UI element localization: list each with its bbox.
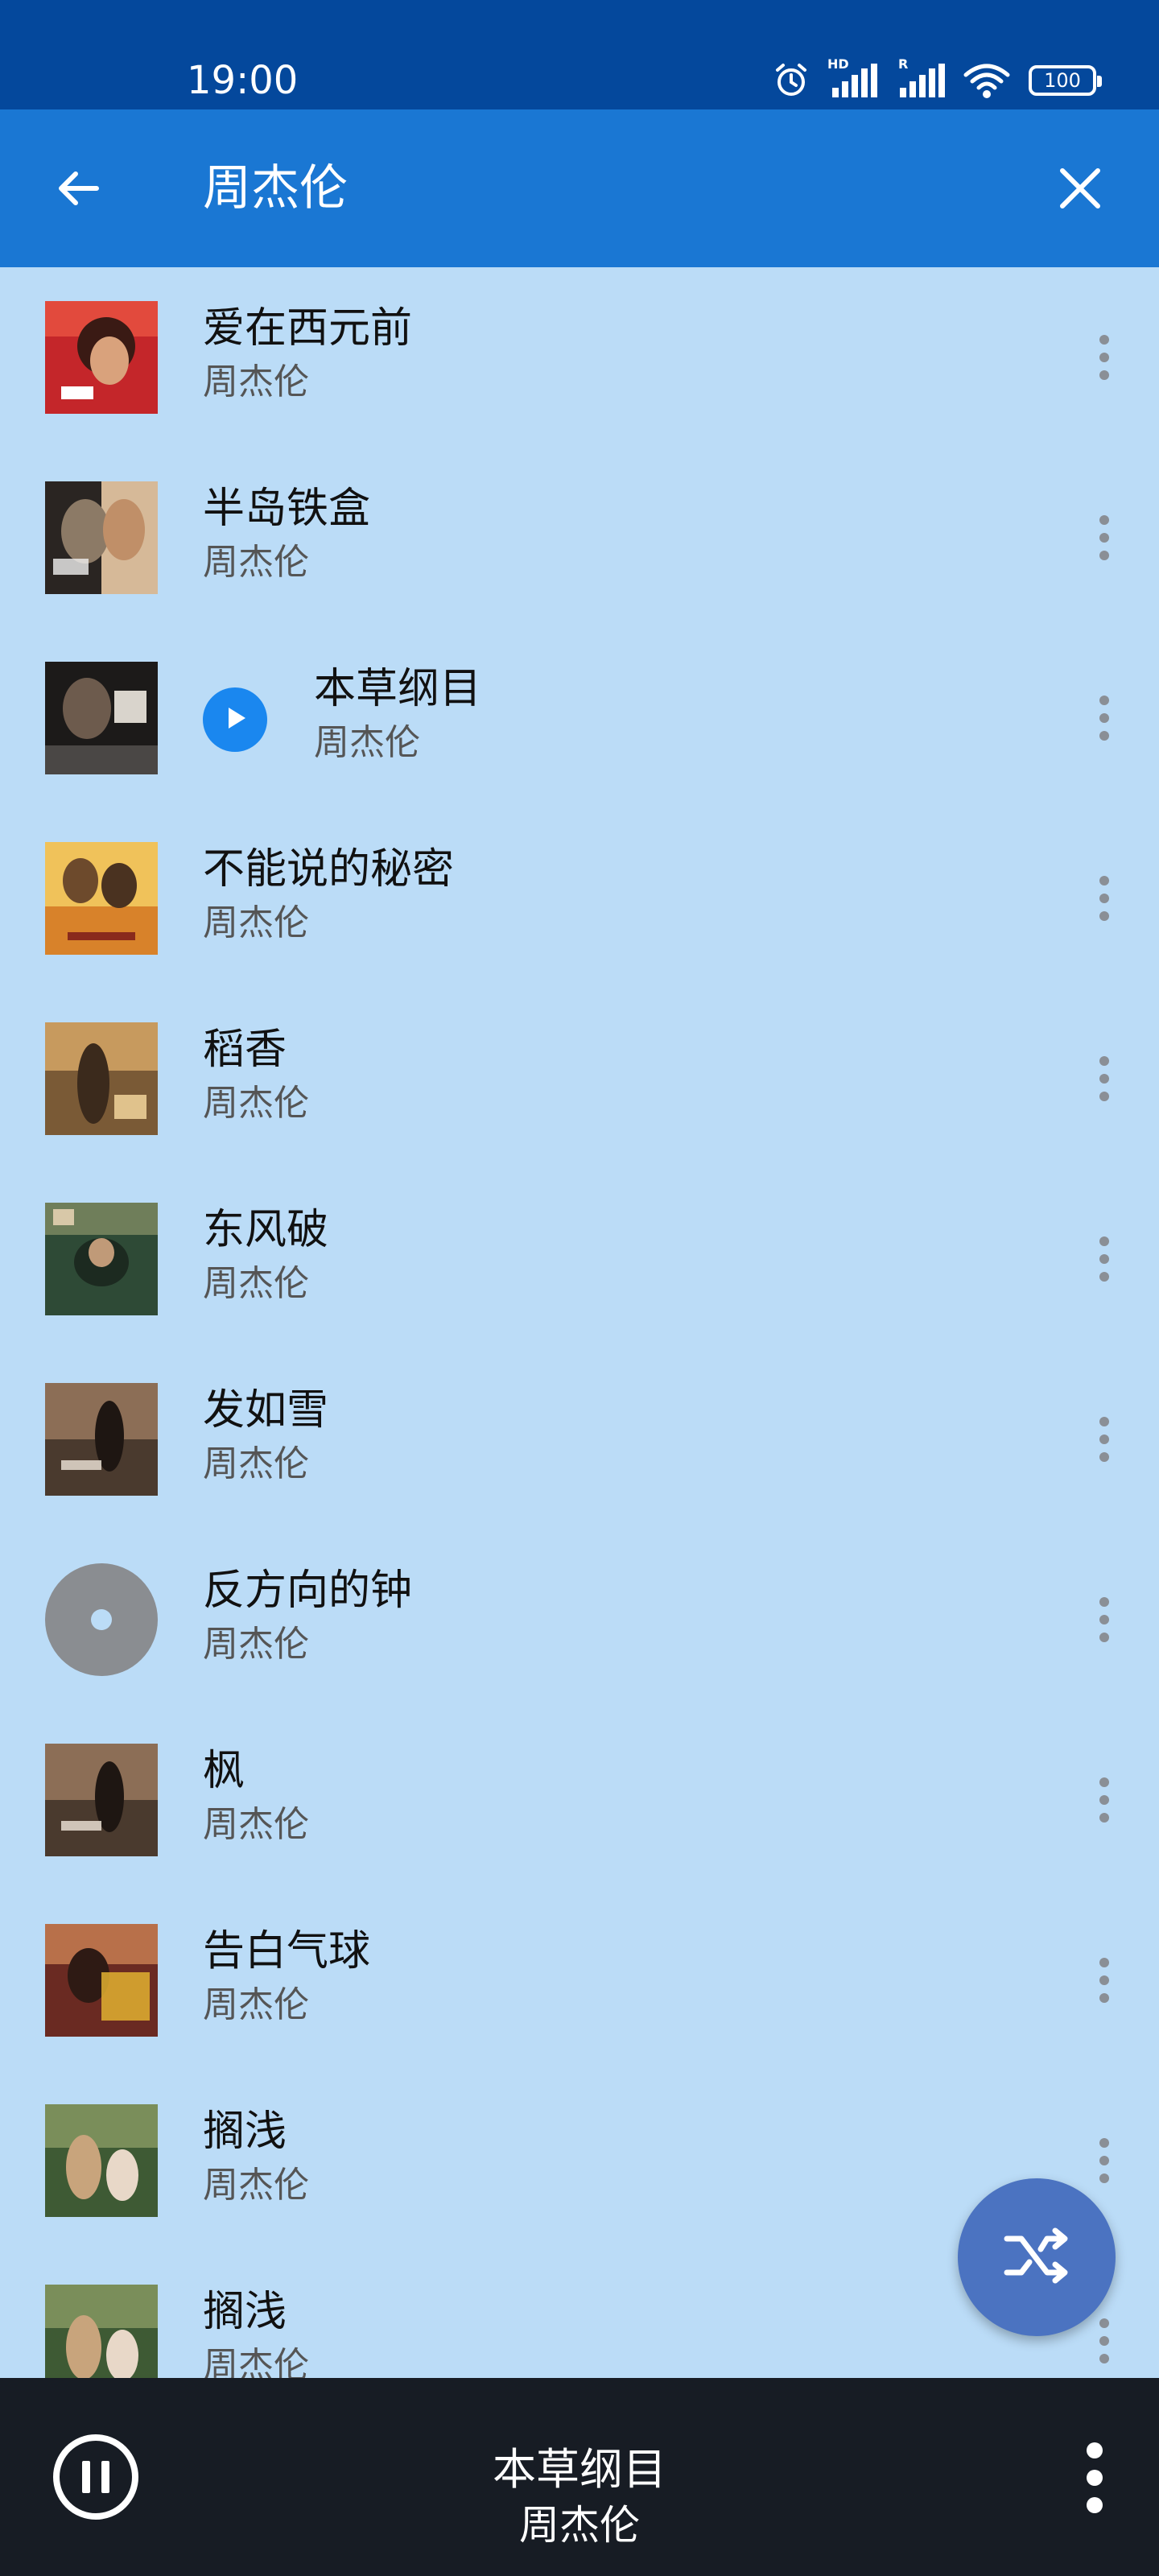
song-artist: 周杰伦 <box>203 1804 309 1845</box>
song-artist: 周杰伦 <box>203 1443 309 1484</box>
album-cover <box>45 1203 158 1315</box>
shuffle-button[interactable] <box>958 2178 1116 2336</box>
song-text: 不能说的秘密 周杰伦 <box>203 840 454 948</box>
song-artist: 周杰伦 <box>203 361 309 402</box>
song-text: 反方向的钟 周杰伦 <box>203 1562 412 1670</box>
album-cover <box>45 1744 158 1856</box>
status-time: 19:00 <box>187 58 299 103</box>
song-text: 稻香 周杰伦 <box>203 1021 309 1129</box>
now-playing-bar[interactable]: 本草纲目 周杰伦 <box>0 2378 1159 2576</box>
arrow-left-icon <box>55 164 103 216</box>
song-row[interactable]: 反方向的钟 周杰伦 <box>0 1530 1159 1710</box>
song-title: 不能说的秘密 <box>203 845 455 894</box>
status-icons: HD R 100 <box>773 56 1102 105</box>
song-row[interactable]: 爱在西元前 周杰伦 <box>0 267 1159 448</box>
song-title: 稻香 <box>203 1026 287 1074</box>
signal-hd-icon: HD <box>827 57 877 99</box>
song-artist: 周杰伦 <box>203 1984 309 2025</box>
song-text: 发如雪 周杰伦 <box>203 1381 328 1489</box>
alarm-icon <box>773 62 810 99</box>
song-title: 本草纲目 <box>314 665 482 713</box>
play-icon <box>221 704 249 735</box>
song-text: 搁浅 周杰伦 <box>203 2283 309 2378</box>
battery-level: 100 <box>1044 69 1081 92</box>
song-row[interactable]: 发如雪 周杰伦 <box>0 1349 1159 1530</box>
signal-r-icon: R <box>895 57 945 99</box>
song-title: 半岛铁盒 <box>203 485 371 533</box>
song-text: 半岛铁盒 周杰伦 <box>203 480 370 588</box>
more-options-button[interactable] <box>1080 325 1128 390</box>
more-options-button[interactable] <box>1080 2128 1128 2193</box>
song-artist: 周杰伦 <box>314 722 420 763</box>
hd-label: HD <box>827 56 849 72</box>
more-options-button[interactable] <box>1080 506 1128 570</box>
song-row[interactable]: 稻香 周杰伦 <box>0 989 1159 1169</box>
song-title: 告白气球 <box>203 1927 371 1975</box>
roaming-label: R <box>898 56 909 72</box>
status-bar: 19:00 HD R 100 <box>0 0 1159 109</box>
song-artist: 周杰伦 <box>203 1263 309 1304</box>
song-title: 爱在西元前 <box>203 304 413 353</box>
wifi-icon <box>963 62 1011 99</box>
song-artist: 周杰伦 <box>203 542 309 583</box>
more-options-button[interactable] <box>1080 1227 1128 1291</box>
page-title: 周杰伦 <box>203 160 348 217</box>
song-row-playing[interactable]: 本草纲目 周杰伦 <box>0 628 1159 808</box>
song-row[interactable]: 半岛铁盒 周杰伦 <box>0 448 1159 628</box>
song-row[interactable]: 枫 周杰伦 <box>0 1710 1159 1890</box>
song-text: 告白气球 周杰伦 <box>203 1922 370 2030</box>
album-cover <box>45 842 158 955</box>
more-options-button[interactable] <box>1080 1587 1128 1652</box>
now-playing-indicator <box>203 687 267 752</box>
now-playing-artist: 周杰伦 <box>519 2502 640 2549</box>
album-cover <box>45 1383 158 1496</box>
song-row[interactable]: 告白气球 周杰伦 <box>0 1890 1159 2070</box>
song-artist: 周杰伦 <box>203 1624 309 1665</box>
more-options-button[interactable] <box>1080 1948 1128 2013</box>
song-row[interactable]: 东风破 周杰伦 <box>0 1169 1159 1349</box>
more-options-button[interactable] <box>1080 1768 1128 1832</box>
song-list: 爱在西元前 周杰伦 半岛铁盒 周杰伦 本草纲目 周杰伦 不能说的秘密 周杰伦 稻… <box>0 267 1159 2378</box>
now-playing-title: 本草纲目 <box>493 2444 666 2495</box>
album-cover <box>45 2285 158 2378</box>
close-icon <box>1058 166 1103 214</box>
song-title: 东风破 <box>203 1206 329 1254</box>
default-disc-icon <box>45 1563 158 1676</box>
album-cover <box>45 1022 158 1135</box>
album-cover <box>45 662 158 774</box>
song-text: 爱在西元前 周杰伦 <box>203 299 412 407</box>
app-bar: 周杰伦 <box>0 109 1159 267</box>
song-artist: 周杰伦 <box>203 902 309 943</box>
more-vert-icon[interactable] <box>1070 2439 1119 2516</box>
album-cover <box>45 2104 158 2217</box>
song-artist: 周杰伦 <box>203 2165 309 2206</box>
back-button[interactable] <box>45 156 113 224</box>
song-artist: 周杰伦 <box>203 2345 309 2378</box>
album-cover <box>45 1924 158 2037</box>
shuffle-icon <box>1000 2219 1073 2295</box>
song-text: 东风破 周杰伦 <box>203 1201 328 1309</box>
song-text: 本草纲目 周杰伦 <box>314 660 481 768</box>
more-options-button[interactable] <box>1080 1407 1128 1472</box>
song-title: 发如雪 <box>203 1386 329 1435</box>
more-options-button[interactable] <box>1080 1046 1128 1111</box>
album-cover <box>45 481 158 594</box>
song-title: 搁浅 <box>203 2288 287 2336</box>
song-text: 枫 周杰伦 <box>203 1742 309 1850</box>
song-text: 搁浅 周杰伦 <box>203 2103 309 2211</box>
more-options-button[interactable] <box>1080 866 1128 931</box>
song-artist: 周杰伦 <box>203 1083 309 1124</box>
more-options-button[interactable] <box>1080 686 1128 750</box>
song-row[interactable]: 不能说的秘密 周杰伦 <box>0 808 1159 989</box>
song-title: 枫 <box>203 1747 245 1795</box>
song-title: 反方向的钟 <box>203 1567 413 1615</box>
close-button[interactable] <box>1046 156 1114 224</box>
battery-icon: 100 <box>1029 65 1102 96</box>
song-title: 搁浅 <box>203 2107 287 2156</box>
album-cover <box>45 301 158 414</box>
more-options-button[interactable] <box>1080 2309 1128 2373</box>
